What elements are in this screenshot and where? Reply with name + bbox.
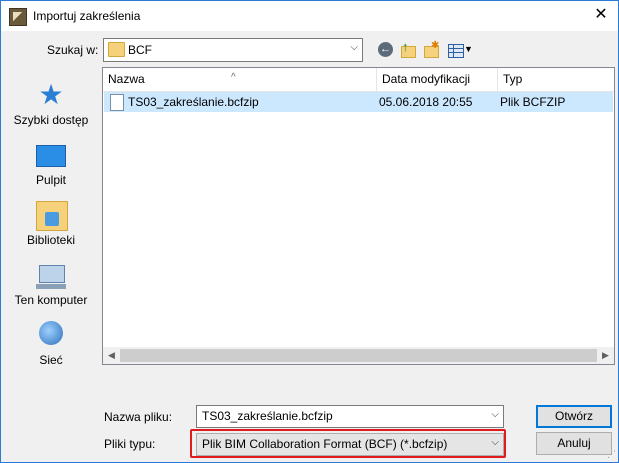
computer-icon <box>36 265 66 289</box>
app-icon <box>9 8 27 26</box>
folder-icon <box>108 42 125 57</box>
open-button[interactable]: Otwórz <box>536 405 612 428</box>
place-label: Pulpit <box>35 173 67 187</box>
column-header-row: Nazwa ^ Data modyfikacji Typ <box>103 68 614 92</box>
view-menu-button[interactable]: ▼ <box>447 41 473 59</box>
scroll-right-icon[interactable]: ▶ <box>597 347 614 364</box>
places-bar: ★ Szybki dostęp Pulpit Biblioteki Ten ko… <box>8 67 94 375</box>
desktop-icon <box>36 145 66 167</box>
place-label: Szybki dostęp <box>13 113 89 127</box>
column-header-type[interactable]: Typ <box>498 68 613 91</box>
place-libraries[interactable]: Biblioteki <box>8 193 94 251</box>
libraries-icon <box>36 201 68 231</box>
network-icon <box>39 321 63 345</box>
file-icon <box>110 94 124 111</box>
up-arrow-icon: ↑ <box>402 39 409 54</box>
new-folder-button[interactable]: ✱ <box>422 40 440 59</box>
back-icon: ← <box>378 42 393 57</box>
column-header-date[interactable]: Data modyfikacji <box>377 68 498 91</box>
file-row[interactable]: TS03_zakreślanie.bcfzip 05.06.2018 20:55… <box>104 92 613 112</box>
filename-input[interactable]: TS03_zakreślanie.bcfzip ⌵ <box>196 405 504 428</box>
up-folder-button[interactable]: ↑ <box>399 39 417 59</box>
file-date: 05.06.2018 20:55 <box>379 95 473 109</box>
window-title: Importuj zakreślenia <box>33 9 141 23</box>
lookin-value: BCF <box>128 43 152 57</box>
cancel-button[interactable]: Anuluj <box>536 432 612 455</box>
file-list[interactable]: Nazwa ^ Data modyfikacji Typ TS03_zakreś… <box>102 67 615 365</box>
quick-access-star-icon: ★ <box>38 79 64 110</box>
import-dialog: Importuj zakreślenia ✕ Szukaj w: BCF ⌵ ←… <box>0 0 619 463</box>
dropdown-arrow-icon: ▼ <box>464 44 473 54</box>
place-computer[interactable]: Ten komputer <box>8 253 94 311</box>
column-header-name[interactable]: Nazwa ^ <box>103 68 377 91</box>
back-button[interactable]: ← <box>377 41 395 59</box>
title-bar: Importuj zakreślenia ✕ <box>1 1 618 31</box>
place-quick-access[interactable]: ★ Szybki dostęp <box>8 73 94 131</box>
sort-ascending-icon: ^ <box>231 72 236 83</box>
place-network[interactable]: Sieć <box>8 313 94 371</box>
close-button[interactable]: ✕ <box>584 1 618 31</box>
scroll-thumb[interactable] <box>120 349 597 362</box>
filetype-label: Pliki typu: <box>104 437 156 451</box>
place-label: Sieć <box>39 353 63 367</box>
filename-value: TS03_zakreślanie.bcfzip <box>202 409 333 423</box>
chevron-down-icon[interactable]: ⌵ <box>491 409 499 420</box>
lookin-label: Szukaj w: <box>47 43 99 57</box>
file-name: TS03_zakreślanie.bcfzip <box>128 95 259 109</box>
scroll-left-icon[interactable]: ◀ <box>103 347 120 364</box>
filename-label: Nazwa pliku: <box>104 410 173 424</box>
view-menu-icon <box>448 44 464 58</box>
place-desktop[interactable]: Pulpit <box>8 133 94 191</box>
filetype-highlight-annotation <box>190 429 506 458</box>
horizontal-scrollbar[interactable]: ◀ ▶ <box>103 347 614 364</box>
file-type: Plik BCFZIP <box>500 95 566 109</box>
resize-grip-icon[interactable]: ⋰ <box>607 449 616 460</box>
place-label: Ten komputer <box>14 293 88 307</box>
column-header-label: Nazwa <box>108 72 145 86</box>
chevron-down-icon[interactable]: ⌵ <box>350 42 358 53</box>
sparkle-icon: ✱ <box>431 40 440 51</box>
place-label: Biblioteki <box>26 233 76 247</box>
lookin-combo[interactable]: BCF ⌵ <box>103 38 363 62</box>
